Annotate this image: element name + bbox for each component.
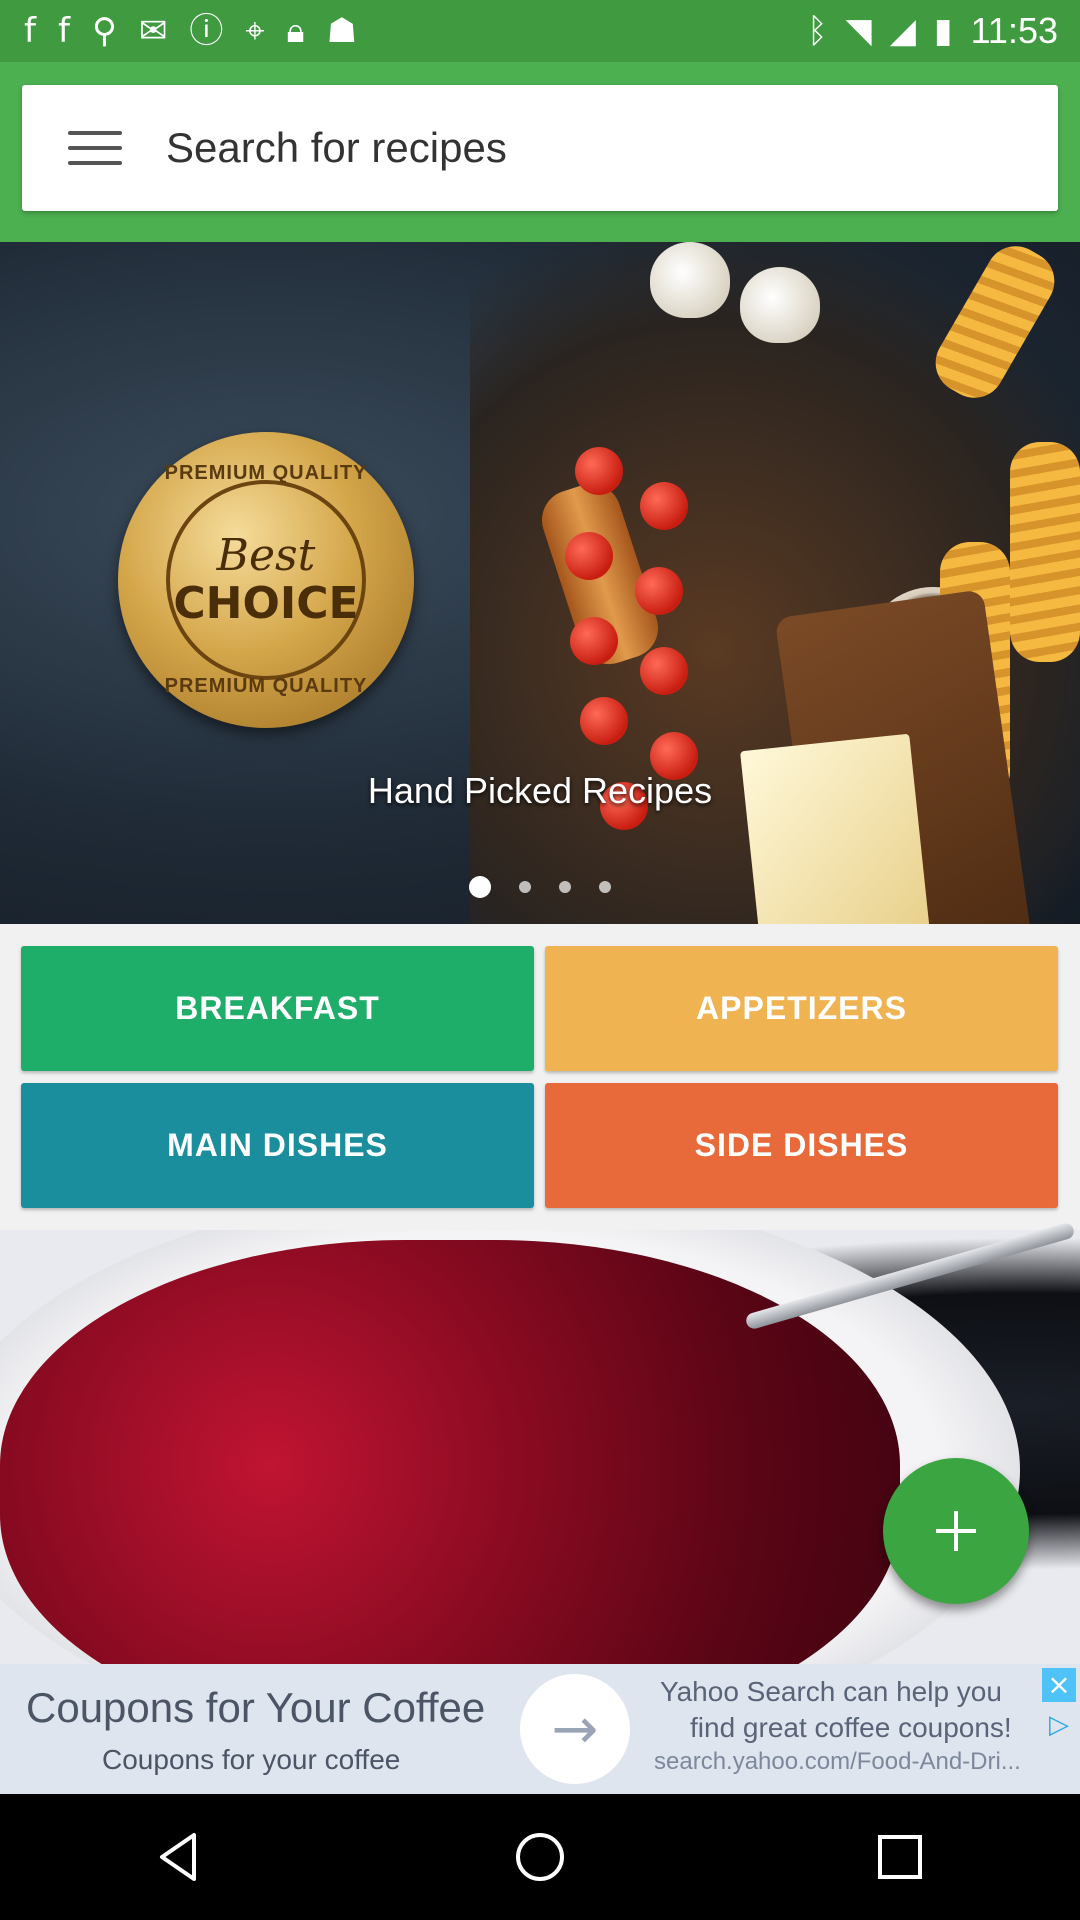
pin-icon: ⚲	[91, 11, 117, 51]
menu-icon[interactable]	[68, 131, 122, 165]
side-dishes-button[interactable]: SIDE DISHES	[545, 1083, 1058, 1208]
tomato-image	[580, 697, 628, 745]
hero-caption: Hand Picked Recipes	[367, 770, 713, 811]
carousel-dot[interactable]	[469, 876, 491, 898]
badge-bottom-text: PREMIUM QUALITY	[164, 675, 368, 697]
main-dishes-button[interactable]: MAIN DISHES	[21, 1083, 534, 1208]
system-status: ᛒ ◥ ◢ ▮ 11:53	[807, 10, 1058, 52]
appetizers-button[interactable]: APPETIZERS	[545, 946, 1058, 1071]
app-header	[0, 62, 1080, 242]
breakfast-button[interactable]: BREAKFAST	[21, 946, 534, 1071]
status-bar: f f ⚲ ✉ ⓘ ⌖ 🔒︎ ☗ ᛒ ◥ ◢ ▮ 11:53	[0, 0, 1080, 62]
carousel-indicator	[0, 876, 1080, 898]
arrow-right-icon[interactable]: →	[520, 1674, 630, 1784]
ad-url: search.yahoo.com/Food-And-Dri...	[654, 1748, 1021, 1775]
best-choice-badge: PREMIUM QUALITY Best CHOICE PREMIUM QUAL…	[118, 432, 414, 728]
search-bar	[22, 85, 1058, 211]
home-icon[interactable]	[500, 1817, 580, 1897]
wifi-icon: ◥	[845, 11, 872, 51]
tomato-image	[640, 482, 688, 530]
ad-banner[interactable]: Coupons for Your Coffee Coupons for your…	[0, 1664, 1080, 1794]
location-off-icon: ⌖	[245, 11, 265, 51]
carousel-dot[interactable]	[599, 881, 611, 893]
signal-icon: ◢	[889, 11, 916, 51]
alert-icon: ⓘ	[189, 11, 224, 51]
badge-choice-text: CHOICE	[173, 578, 359, 629]
tomato-image	[640, 647, 688, 695]
featured-recipe-image[interactable]	[0, 1230, 1080, 1664]
bluetooth-icon: ᛒ	[807, 11, 828, 51]
tomato-image	[635, 567, 683, 615]
back-icon[interactable]	[140, 1817, 220, 1897]
ad-description-line1: Yahoo Search can help you	[660, 1676, 1002, 1707]
tomato-image	[575, 447, 623, 495]
facebook-icon: f	[24, 11, 36, 51]
pasta-image	[1010, 442, 1080, 662]
notification-icons: f f ⚲ ✉ ⓘ ⌖ 🔒︎ ☗	[24, 10, 357, 52]
tomato-image	[570, 617, 618, 665]
system-navigation-bar	[0, 1794, 1080, 1920]
carousel-dot[interactable]	[519, 881, 531, 893]
add-button[interactable]	[883, 1458, 1029, 1604]
ad-title: Coupons for Your Coffee	[26, 1684, 486, 1731]
hero-carousel[interactable]: PREMIUM QUALITY Best CHOICE PREMIUM QUAL…	[0, 242, 1080, 924]
garlic-image	[740, 267, 820, 343]
recents-icon[interactable]	[860, 1817, 940, 1897]
ad-subtitle: Coupons for your coffee	[102, 1744, 401, 1775]
category-grid: BREAKFAST APPETIZERS MAIN DISHES SIDE DI…	[21, 946, 1059, 1208]
ad-description-line2: find great coffee coupons!	[690, 1712, 1012, 1743]
search-input[interactable]	[166, 124, 1026, 172]
badge-best-text: Best	[216, 530, 316, 581]
carousel-dot[interactable]	[559, 881, 571, 893]
mail-icon: ✉	[138, 11, 168, 51]
plus-icon	[936, 1511, 976, 1551]
garlic-image	[650, 242, 730, 318]
cranberry-sauce-image	[0, 1240, 900, 1664]
android-icon: ☗	[326, 11, 358, 51]
badge-top-text: PREMIUM QUALITY	[164, 462, 368, 484]
status-time: 11:53	[970, 10, 1058, 51]
lock-icon: 🔒︎	[286, 11, 305, 51]
tomato-image	[565, 532, 613, 580]
ad-choices-icon[interactable]: ▷	[1042, 1710, 1076, 1740]
battery-icon: ▮	[933, 11, 953, 51]
close-icon[interactable]: ×	[1042, 1668, 1076, 1702]
facebook-icon: f	[57, 11, 70, 51]
